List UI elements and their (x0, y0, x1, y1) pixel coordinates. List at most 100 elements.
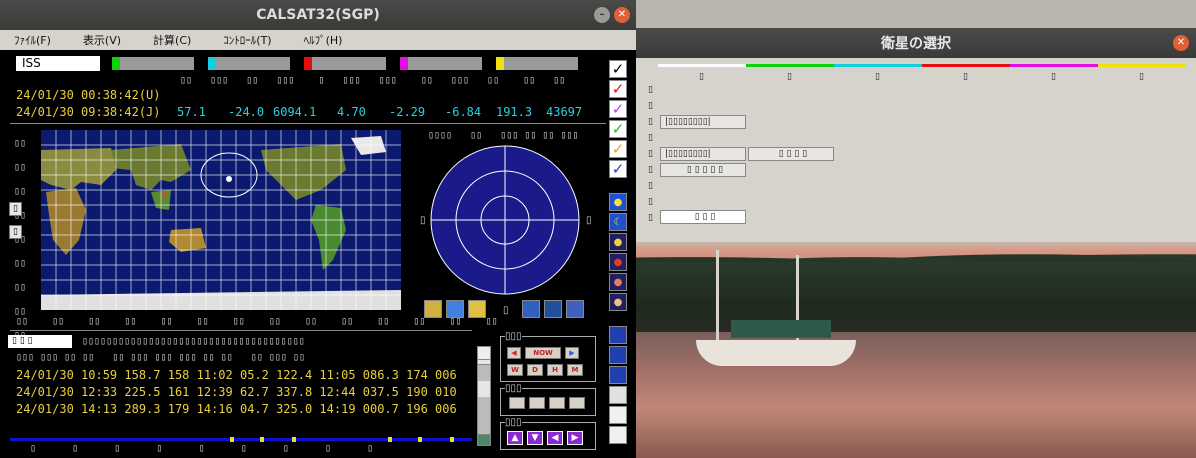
calendar-icon[interactable] (609, 326, 627, 344)
check-slot-1[interactable]: ✓ (609, 60, 627, 78)
folder-icon[interactable] (609, 406, 627, 424)
pass-timeline (10, 437, 472, 442)
speed-button-3[interactable] (549, 397, 565, 409)
help-icon[interactable] (609, 426, 627, 444)
menu-control[interactable]: ｺﾝﾄﾛｰﾙ(T) (223, 32, 271, 48)
update-button[interactable]: ▯ ▯ ▯ ▯ ▯ (660, 163, 746, 177)
value-4: 4.70 (337, 105, 366, 119)
move-down-button[interactable]: ▼ (527, 431, 543, 445)
minute-button[interactable]: M (567, 364, 583, 376)
map-footer-glyphs: ▯▯ ▯▯ ▯▯ ▯▯ ▯▯ ▯▯ ▯▯ ▯▯ ▯▯ ▯▯ ▯▯ ▯▯ ▯▯ ▯… (16, 316, 498, 327)
satellite-check-column: ✓ ✓ ✓ ✓ ✓ ✓ (609, 60, 629, 180)
wallpaper-boat-cabin (731, 320, 831, 338)
pass-row-1[interactable]: 24/01/30 10:59 158.7 158 11:02 05.2 122.… (16, 368, 457, 382)
sun-icon[interactable]: ● (609, 193, 627, 211)
move-left-button[interactable]: ◀ (547, 431, 563, 445)
slot-line-6 (1098, 64, 1186, 67)
check-icon: ✓ (611, 59, 625, 78)
timeline-pass-marker (230, 437, 234, 442)
satellite-slot-6[interactable] (496, 57, 578, 70)
slot-color-swatch (112, 57, 120, 70)
satellite-slot-2[interactable] (112, 57, 194, 70)
check-slot-3[interactable]: ✓ (609, 100, 627, 118)
slot-color-swatch (208, 57, 216, 70)
value-range: 6094.1 (273, 105, 317, 119)
dialog-close-button[interactable]: ✕ (1173, 35, 1189, 51)
now-button[interactable]: NOW (525, 347, 561, 359)
move-up-button[interactable]: ▲ (507, 431, 523, 445)
speed-button-2[interactable] (529, 397, 545, 409)
menu-file[interactable]: ﾌｧｲﾙ(F) (14, 32, 51, 48)
minimize-button[interactable]: – (594, 7, 610, 23)
value-6: -6.84 (445, 105, 482, 119)
clock-icon[interactable] (477, 346, 491, 360)
tle-select-button[interactable]: |▯▯▯▯▯▯▯▯| (660, 147, 746, 161)
check-slot-2[interactable]: ✓ (609, 80, 627, 98)
satellite-slot-3[interactable] (208, 57, 290, 70)
timeline-glyphs: ▯ ▯ ▯ ▯ ▯ ▯ ▯ ▯ ▯ (30, 443, 374, 454)
step-forward-button[interactable]: ▶ (565, 347, 579, 359)
satellite-name-box[interactable]: ISS (16, 56, 100, 71)
step-back-button[interactable]: ◀ (507, 347, 521, 359)
menu-view[interactable]: 表示(V) (83, 32, 121, 48)
world-map[interactable] (41, 130, 401, 310)
ok-button[interactable]: ▯ ▯ ▯ (660, 210, 746, 224)
pass-row-2[interactable]: 24/01/30 12:33 225.5 161 12:39 62.7 337.… (16, 385, 457, 399)
venus-icon[interactable]: ● (609, 233, 627, 251)
day-button[interactable]: D (527, 364, 543, 376)
pass-header-glyphs: ▯▯▯▯▯▯▯▯▯▯▯▯▯▯▯▯▯▯▯▯▯▯▯▯▯▯▯▯▯▯▯▯▯▯▯▯▯ (82, 336, 305, 347)
polar-sky-plot[interactable] (430, 145, 580, 295)
menu-calc[interactable]: 計算(C) (153, 32, 191, 48)
satellite-icon[interactable] (609, 346, 627, 364)
speed-button-1[interactable] (509, 397, 525, 409)
panel-label: ▯▯▯ (505, 417, 522, 428)
moon-icon[interactable]: ☾ (609, 213, 627, 231)
panel-label: ▯▯▯ (505, 331, 522, 342)
check-slot-5[interactable]: ✓ (609, 140, 627, 158)
saturn-icon[interactable]: ● (609, 293, 627, 311)
timeline-pass-marker (418, 437, 422, 442)
speed-button-4[interactable] (569, 397, 585, 409)
jupiter-icon[interactable]: ● (609, 273, 627, 291)
dialog-titlebar: 衛星の選択 ✕ (636, 28, 1196, 58)
main-content: ISS ▯▯ ▯▯▯ ▯▯ ▯▯▯ ▯ ▯▯▯ ▯▯▯ ▯▯ ▯▯▯ ▯▯ ▯▯… (0, 50, 636, 458)
row-label: ▯ (648, 85, 653, 95)
menu-help[interactable]: ﾍﾙﾌﾟ(H) (304, 32, 343, 48)
column-header-glyphs: ▯▯ ▯▯▯ ▯▯ ▯▯▯ ▯ ▯▯▯ ▯▯▯ ▯▯ ▯▯▯ ▯▯ ▯▯ ▯▯ (180, 75, 566, 86)
check-slot-6[interactable]: ✓ (609, 160, 627, 178)
slot-label-6: ▯ (1139, 72, 1144, 82)
tle-file-button[interactable]: |▯▯▯▯▯▯▯▯| (660, 115, 746, 129)
panel-label: ▯▯▯ (505, 383, 522, 394)
map-side-button-1[interactable]: ▯ (9, 202, 22, 216)
list-icon[interactable] (609, 386, 627, 404)
star-icon[interactable] (566, 300, 584, 318)
timeline-pass-marker (292, 437, 296, 442)
browse-button[interactable]: ▯ ▯ ▯ ▯ (748, 147, 834, 161)
slot-label-4: ▯ (963, 72, 968, 82)
value-elevation: -24.0 (228, 105, 265, 119)
radar-icon[interactable] (522, 300, 540, 318)
hour-button[interactable]: H (547, 364, 563, 376)
scroll-thumb[interactable] (478, 381, 490, 397)
pass-row-3[interactable]: 24/01/30 14:13 289.3 179 14:16 04.7 325.… (16, 402, 457, 416)
pass-list-scrollbar[interactable] (477, 350, 491, 446)
map-side-button-2[interactable]: ▯ (9, 225, 22, 239)
week-button[interactable]: W (507, 364, 523, 376)
wallpaper-forest (636, 262, 1196, 332)
ext-icon[interactable] (609, 366, 627, 384)
map-landmass-north-america (261, 144, 346, 200)
orbit-icon[interactable] (544, 300, 562, 318)
satellite-slot-5[interactable] (400, 57, 482, 70)
save-icon[interactable] (477, 434, 491, 446)
time-step-panel: ▯▯▯ ◀ NOW ▶ W D H M (500, 331, 596, 382)
row-label: ▯ (648, 213, 653, 223)
row-label: ▯ (648, 197, 653, 207)
polar-header-glyphs: ▯▯▯▯ ▯▯ ▯▯▯ ▯▯ ▯▯ ▯▯▯ (428, 130, 579, 141)
satellite-slot-4[interactable] (304, 57, 386, 70)
close-button[interactable]: ✕ (614, 7, 630, 23)
check-slot-4[interactable]: ✓ (609, 120, 627, 138)
glyph: ▯ (503, 305, 509, 316)
move-right-button[interactable]: ▶ (567, 431, 583, 445)
value-5: -2.29 (389, 105, 426, 119)
mars-icon[interactable]: ● (609, 253, 627, 271)
